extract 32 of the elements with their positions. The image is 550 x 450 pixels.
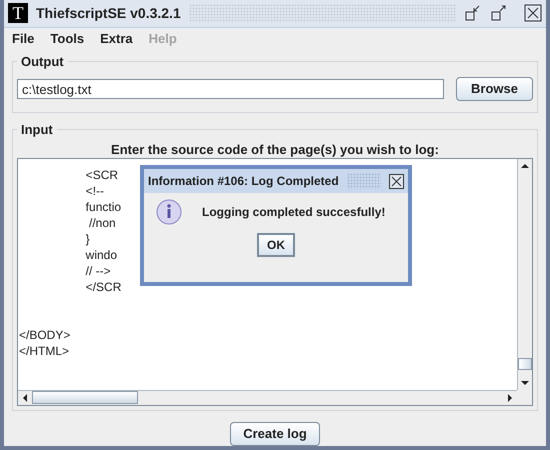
code-line: } bbox=[84, 232, 90, 246]
input-prompt: Enter the source code of the page(s) you wish to log: bbox=[110, 140, 440, 158]
menu-item[interactable]: Extra bbox=[100, 28, 133, 48]
info-icon bbox=[156, 199, 182, 225]
title-bar-texture bbox=[346, 173, 381, 189]
code-line: </BODY> bbox=[19, 328, 70, 342]
code-line: functio bbox=[84, 200, 122, 214]
dialog-message: Logging completed succesfully! bbox=[202, 204, 386, 221]
code-line: windo bbox=[84, 248, 118, 262]
browse-button[interactable]: Browse bbox=[456, 77, 533, 102]
maximize-icon[interactable] bbox=[490, 4, 508, 22]
create-log-button[interactable]: Create log bbox=[230, 422, 320, 446]
close-icon[interactable] bbox=[524, 4, 542, 22]
code-line: <SCR bbox=[84, 168, 118, 182]
menu-item[interactable]: File bbox=[12, 28, 34, 48]
scroll-thumb[interactable] bbox=[518, 358, 532, 370]
dialog-title: Information #106: Log Completed bbox=[148, 173, 339, 190]
scroll-thumb[interactable] bbox=[32, 391, 138, 404]
code-line: </HTML> bbox=[19, 344, 70, 358]
code-line: </SCR bbox=[84, 280, 122, 294]
app-logo: T bbox=[8, 3, 28, 24]
window-title: ThiefscriptSE v0.3.2.1 bbox=[36, 4, 181, 23]
code-line: // --> bbox=[84, 264, 111, 278]
iconify-icon[interactable] bbox=[464, 4, 482, 22]
code-line: //non bbox=[88, 216, 116, 230]
output-path-field[interactable]: c:\testlog.txt bbox=[17, 79, 444, 100]
code-line: <!-- bbox=[84, 184, 104, 198]
horizontal-scrollbar[interactable] bbox=[18, 390, 517, 405]
close-icon[interactable] bbox=[389, 174, 404, 188]
vertical-scrollbar[interactable] bbox=[517, 158, 532, 390]
ok-button[interactable]: OK bbox=[257, 233, 295, 257]
menu-item[interactable]: Tools bbox=[50, 28, 84, 48]
